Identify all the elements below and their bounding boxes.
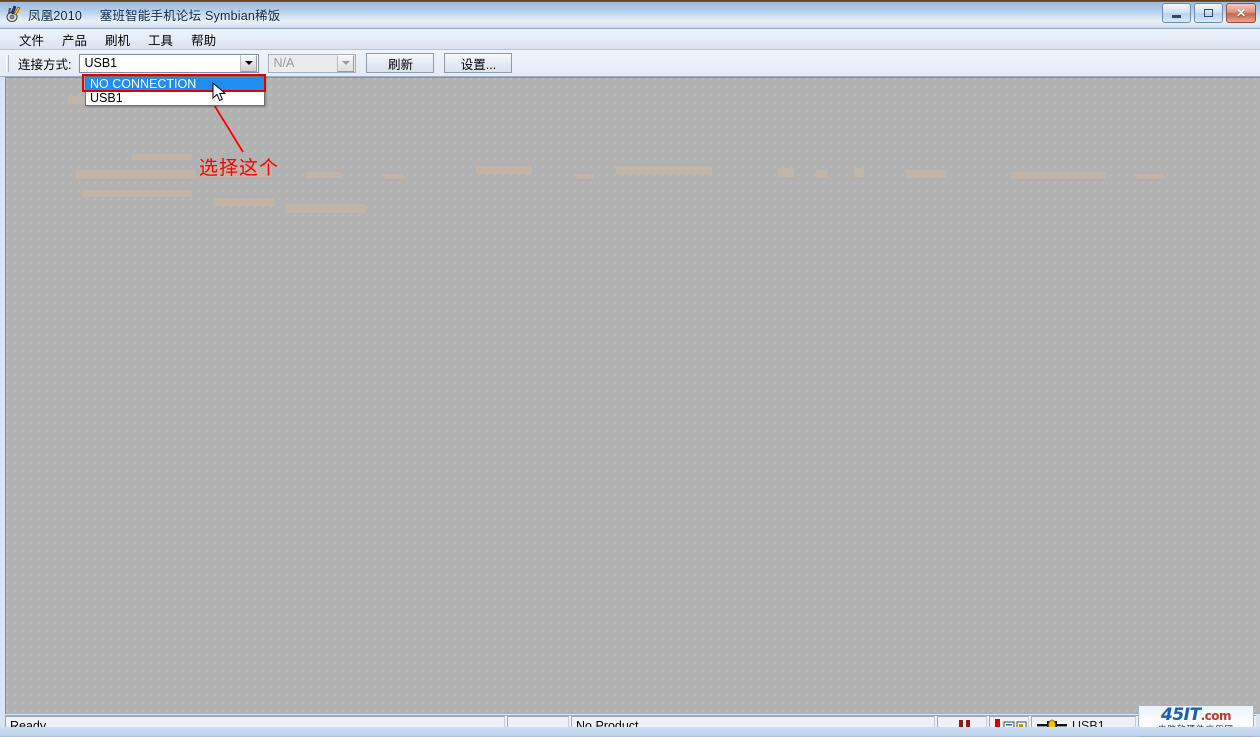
render-artifact [906, 170, 946, 178]
chevron-down-icon[interactable] [240, 54, 258, 72]
render-artifact [76, 170, 196, 179]
desktop-strip [0, 727, 1260, 736]
connection-combobox[interactable]: USB1 [79, 53, 260, 73]
render-artifact [82, 190, 192, 197]
menu-item-help[interactable]: 帮助 [182, 28, 225, 51]
menu-item-flash[interactable]: 刷机 [96, 28, 139, 51]
connection-label: 连接方式: [18, 57, 72, 72]
chevron-down-icon-secondary[interactable] [337, 54, 355, 72]
secondary-combobox[interactable]: N/A [268, 53, 357, 73]
client-area-wrapper [0, 77, 1260, 714]
dropdown-option-no-connection[interactable]: NO CONNECTION [86, 77, 264, 91]
menu-item-file[interactable]: 文件 [10, 28, 53, 51]
render-artifact [616, 166, 712, 175]
render-artifact [1136, 174, 1164, 179]
maximize-button[interactable] [1194, 3, 1223, 23]
render-artifact [286, 204, 366, 213]
connection-dropdown-list[interactable]: NO CONNECTION USB1 [85, 76, 265, 106]
window-title-sub: 塞班智能手机论坛 Symbian稀饭 [99, 8, 281, 23]
render-artifact [476, 166, 532, 174]
phoenix-app-icon [5, 5, 23, 23]
connection-toolbar: 连接方式: USB1 N/A 刷新 设置... [0, 50, 1260, 77]
arrow-glyph [244, 61, 253, 65]
render-artifact [384, 174, 404, 179]
connection-combobox-value: USB1 [84, 56, 118, 70]
render-artifact [214, 198, 274, 206]
minimize-icon [1172, 14, 1181, 18]
maximize-icon [1204, 9, 1213, 17]
annotation-text: 选择这个 [199, 157, 280, 179]
menu-item-product[interactable]: 产品 [53, 28, 96, 51]
close-button[interactable]: ✕ [1226, 3, 1256, 23]
dropdown-option-usb1[interactable]: USB1 [86, 91, 264, 105]
toolbar-grip[interactable] [6, 54, 9, 72]
render-artifact [778, 168, 794, 177]
close-icon: ✕ [1235, 6, 1247, 20]
arrow-glyph-secondary [341, 61, 350, 65]
render-artifact [306, 172, 342, 178]
refresh-button[interactable]: 刷新 [366, 53, 435, 73]
minimize-button[interactable] [1162, 3, 1191, 23]
render-artifact [132, 154, 192, 160]
watermark-brand-text: 45IT [1160, 704, 1201, 725]
main-content-area [5, 77, 1260, 714]
application-window: 凤凰2010 塞班智能手机论坛 Symbian稀饭 ✕ 文件 产品 刷机 工具 … [0, 0, 1260, 737]
menu-item-tools[interactable]: 工具 [139, 28, 182, 51]
watermark-domain-text: .com [1200, 708, 1232, 723]
render-artifact [576, 174, 594, 179]
secondary-combobox-value: N/A [273, 56, 295, 70]
window-controls: ✕ [1162, 3, 1256, 23]
render-artifact [854, 168, 864, 177]
watermark-brand: 45IT.com [1160, 704, 1232, 725]
title-bar[interactable]: 凤凰2010 塞班智能手机论坛 Symbian稀饭 ✕ [0, 0, 1260, 29]
window-title-main: 凤凰2010 [28, 8, 83, 23]
render-artifact [816, 170, 828, 178]
settings-button[interactable]: 设置... [444, 53, 513, 73]
window-title: 凤凰2010 塞班智能手机论坛 Symbian稀饭 [28, 5, 280, 24]
render-artifact [1011, 172, 1106, 179]
menu-bar: 文件 产品 刷机 工具 帮助 [0, 29, 1260, 50]
